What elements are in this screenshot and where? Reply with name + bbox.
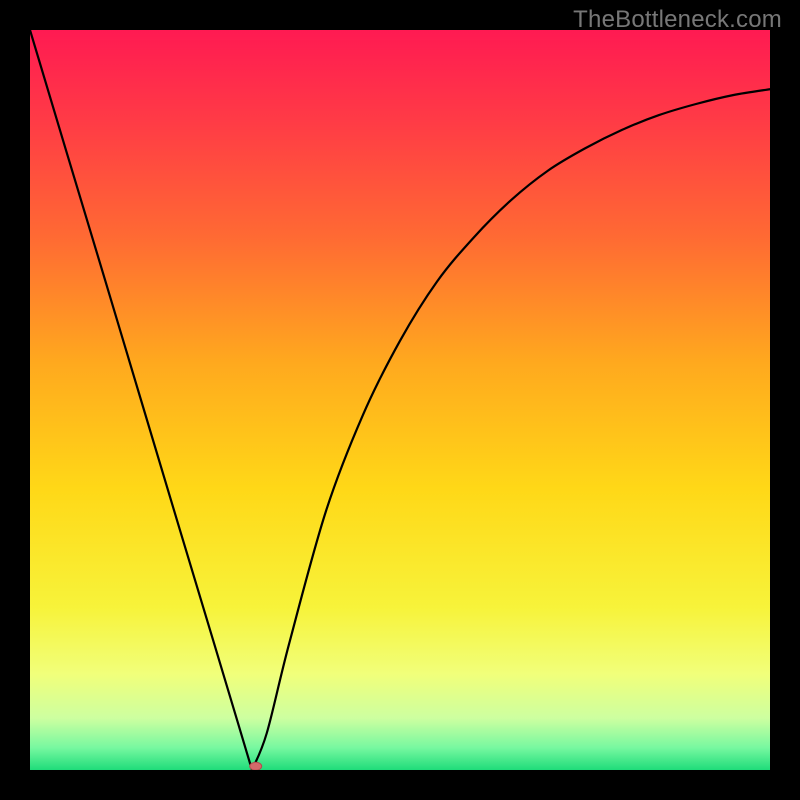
watermark-text: TheBottleneck.com: [573, 6, 782, 34]
bottleneck-chart: [30, 30, 770, 770]
notch-marker: [250, 762, 262, 770]
chart-frame: [30, 30, 770, 770]
